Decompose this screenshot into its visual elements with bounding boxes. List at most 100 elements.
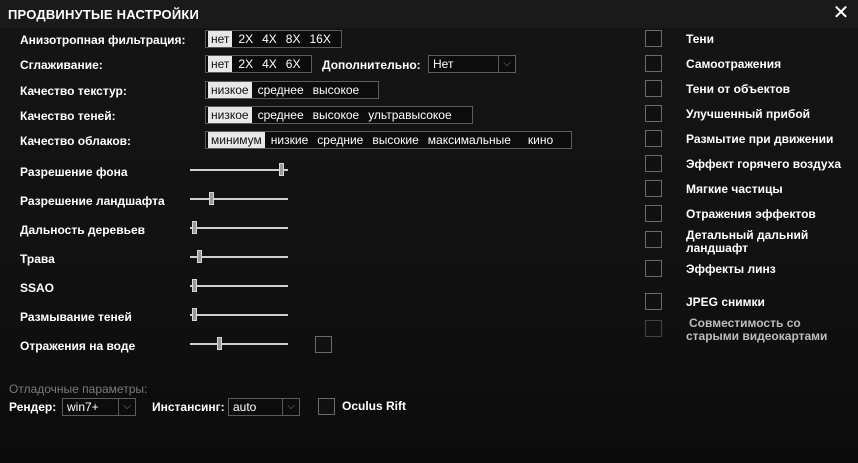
- title-bar: ПРОДВИНУТЫЕ НАСТРОЙКИ ✕: [0, 0, 858, 28]
- terrain-resolution-slider[interactable]: [190, 192, 288, 205]
- cloud-quality-option[interactable]: кино: [525, 132, 556, 148]
- anisotropic-option[interactable]: 16X: [306, 31, 333, 47]
- lens-effects-checkbox[interactable]: [645, 260, 662, 277]
- ssao-slider[interactable]: [190, 279, 288, 292]
- cloud-quality-option[interactable]: максимальные: [425, 132, 514, 148]
- legacy-gpu-compat-checkbox: [645, 320, 662, 337]
- antialias-option[interactable]: нет: [208, 56, 233, 72]
- option-label: Самоотражения: [686, 57, 782, 71]
- water-reflection-slider[interactable]: [190, 337, 288, 350]
- slider-label: Разрешение фона: [20, 165, 128, 179]
- slider-track: [190, 169, 288, 171]
- anisotropic-option[interactable]: 4X: [259, 31, 280, 47]
- improved-surf-checkbox[interactable]: [645, 105, 662, 122]
- oculus-rift-checkbox[interactable]: [318, 398, 335, 415]
- background-resolution-slider[interactable]: [190, 163, 288, 176]
- slider-thumb[interactable]: [279, 163, 284, 176]
- grass-slider[interactable]: [190, 250, 288, 263]
- antialias-option[interactable]: 2X: [235, 56, 256, 72]
- jpeg-screenshots-checkbox[interactable]: [645, 293, 662, 310]
- antialias-option[interactable]: 4X: [259, 56, 280, 72]
- effect-reflections-checkbox[interactable]: [645, 205, 662, 222]
- shadow-quality-label: Качество теней:: [20, 109, 116, 123]
- tree-distance-slider[interactable]: [190, 221, 288, 234]
- option-label: Тени от объектов: [686, 82, 791, 96]
- soft-particles-checkbox[interactable]: [645, 180, 662, 197]
- shadow-blur-slider[interactable]: [190, 308, 288, 321]
- slider-thumb[interactable]: [209, 192, 214, 205]
- renderer-dropdown[interactable]: win7+ ⌵: [62, 398, 136, 416]
- slider-label: Трава: [20, 252, 55, 266]
- chevron-down-icon: ⌵: [498, 56, 515, 72]
- antialias-label: Сглаживание:: [20, 58, 103, 72]
- cloud-quality-option[interactable]: средние: [314, 132, 366, 148]
- shadow-quality-option[interactable]: ультравысокое: [365, 107, 454, 123]
- slider-thumb[interactable]: [192, 308, 197, 321]
- antialias-extra-label: Дополнительно:: [322, 58, 421, 72]
- slider-thumb[interactable]: [192, 221, 197, 234]
- texture-quality-option[interactable]: высокое: [310, 82, 363, 98]
- option-label: Тени: [686, 32, 715, 46]
- shadows-checkbox[interactable]: [645, 30, 662, 47]
- debug-section-title: Отладочные параметры:: [9, 382, 148, 396]
- instancing-value: auto: [233, 400, 257, 414]
- option-label: Детальный дальний ландшафт: [686, 228, 809, 255]
- chevron-down-icon: ⌵: [282, 399, 299, 415]
- heat-haze-checkbox[interactable]: [645, 155, 662, 172]
- option-label: Эффект горячего воздуха: [686, 157, 842, 171]
- slider-label: Размывание теней: [20, 310, 132, 324]
- slider-track: [190, 227, 288, 229]
- slider-track: [190, 314, 288, 316]
- close-icon[interactable]: ✕: [832, 3, 850, 23]
- water-reflection-checkbox[interactable]: [315, 336, 332, 353]
- anisotropic-label: Анизотропная фильтрация:: [20, 33, 186, 47]
- slider-thumb[interactable]: [217, 337, 222, 350]
- cloud-quality-option[interactable]: высокие: [369, 132, 421, 148]
- slider-label: Дальность деревьев: [20, 223, 146, 237]
- shadow-quality-selector: низкое среднее высокое ультравысокое: [205, 106, 473, 124]
- anisotropic-option[interactable]: нет: [208, 31, 233, 47]
- texture-quality-label: Качество текстур:: [20, 84, 127, 98]
- texture-quality-option[interactable]: низкое: [208, 82, 252, 98]
- slider-track: [190, 256, 288, 258]
- antialias-selector: нет 2X 4X 6X: [205, 55, 312, 73]
- option-label: Эффекты линз: [686, 262, 776, 276]
- option-label: Улучшенный прибой: [686, 107, 811, 121]
- instancing-label: Инстансинг:: [152, 400, 225, 414]
- self-reflections-checkbox[interactable]: [645, 55, 662, 72]
- option-label: Отражения эффектов: [686, 207, 816, 221]
- shadow-quality-option[interactable]: среднее: [255, 107, 307, 123]
- slider-track: [190, 285, 288, 287]
- settings-window: ПРОДВИНУТЫЕ НАСТРОЙКИ ✕ Анизотропная фил…: [0, 0, 858, 463]
- antialias-extra-dropdown[interactable]: Нет ⌵: [428, 55, 516, 73]
- slider-thumb[interactable]: [192, 279, 197, 292]
- object-shadows-checkbox[interactable]: [645, 80, 662, 97]
- chevron-down-icon: ⌵: [118, 399, 135, 415]
- antialias-extra-value: Нет: [433, 57, 454, 71]
- cloud-quality-selector: минимум низкие средние высокие максималь…: [205, 131, 572, 149]
- cloud-quality-option[interactable]: минимум: [208, 132, 265, 148]
- shadow-quality-option[interactable]: высокое: [310, 107, 363, 123]
- cloud-quality-option[interactable]: низкие: [268, 132, 311, 148]
- slider-label: SSAO: [20, 281, 55, 295]
- renderer-label: Рендер:: [9, 400, 57, 414]
- slider-label: Отражения на воде: [20, 339, 136, 353]
- anisotropic-option[interactable]: 8X: [283, 31, 304, 47]
- slider-label: Разрешение ландшафта: [20, 194, 165, 208]
- motion-blur-checkbox[interactable]: [645, 130, 662, 147]
- shadow-quality-option[interactable]: низкое: [208, 107, 252, 123]
- option-label: Мягкие частицы: [686, 182, 783, 196]
- antialias-option[interactable]: 6X: [283, 56, 304, 72]
- slider-thumb[interactable]: [197, 250, 202, 263]
- cloud-quality-label: Качество облаков:: [20, 134, 132, 148]
- texture-quality-option[interactable]: среднее: [255, 82, 307, 98]
- anisotropic-selector: нет 2X 4X 8X 16X: [205, 30, 342, 48]
- option-label: JPEG снимки: [686, 295, 765, 309]
- detailed-far-terrain-checkbox[interactable]: [645, 231, 662, 248]
- oculus-rift-label: Oculus Rift: [342, 399, 407, 413]
- slider-track: [190, 198, 288, 200]
- instancing-dropdown[interactable]: auto ⌵: [228, 398, 300, 416]
- anisotropic-option[interactable]: 2X: [235, 31, 256, 47]
- renderer-value: win7+: [67, 400, 99, 414]
- slider-track: [190, 343, 288, 345]
